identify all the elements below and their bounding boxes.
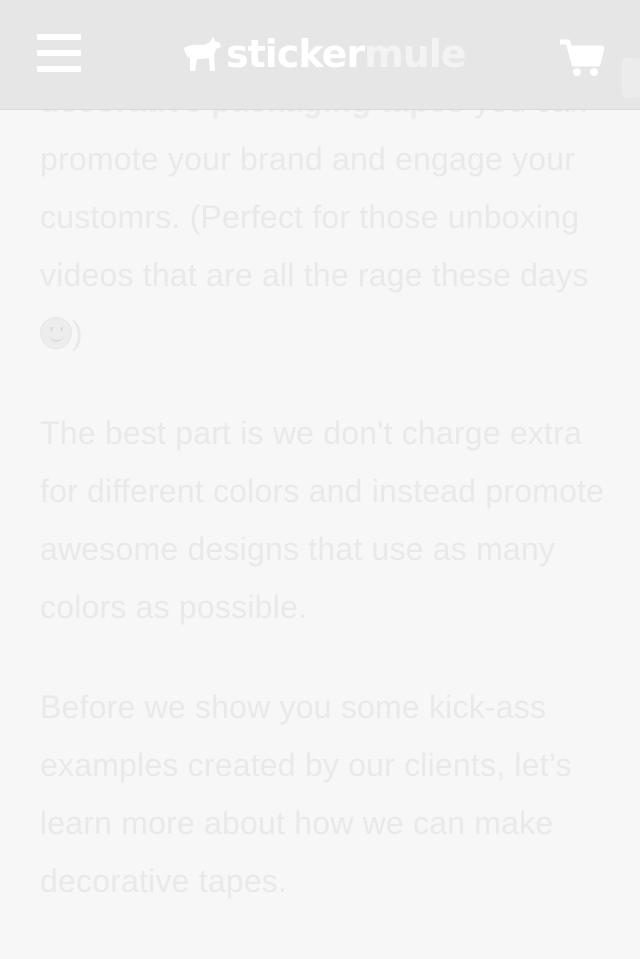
smiley-emoji-icon <box>40 317 72 349</box>
top-navigation-bar: sticker mule <box>0 0 640 110</box>
paragraph-intro-end: ) <box>72 315 83 351</box>
mule-logo-icon <box>184 37 221 71</box>
stickermule-logo[interactable]: sticker mule <box>180 32 467 76</box>
scroll-edge-indicator <box>622 58 640 98</box>
paragraph-colors: The best part is we don't charge extra f… <box>40 415 605 625</box>
hamburger-menu-icon[interactable] <box>37 34 81 72</box>
paragraph-examples: Before we show you some kick-ass example… <box>40 689 572 899</box>
shopping-cart-icon[interactable] <box>558 38 605 78</box>
article-body: decorative packaging tapes you can promo… <box>40 72 610 952</box>
logo-word-mule: mule <box>364 32 466 76</box>
paragraph-intro: decorative packaging tapes you can promo… <box>40 72 610 362</box>
logo-word-sticker: sticker <box>226 32 365 76</box>
